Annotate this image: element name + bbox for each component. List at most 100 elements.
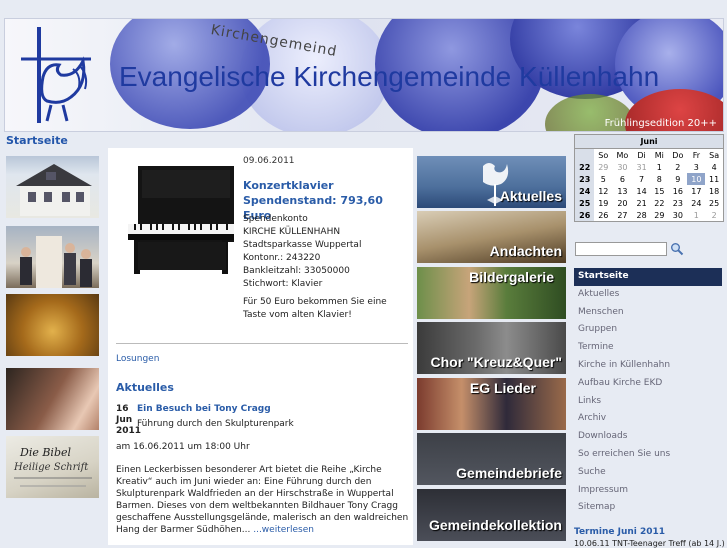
nav-item-anfahrt[interactable]: So erreichen Sie uns <box>574 446 722 464</box>
calendar-day[interactable]: 15 <box>650 185 668 197</box>
calendar-day[interactable]: 29 <box>594 161 612 173</box>
image-link-gemeindebriefe[interactable]: Gemeindebriefe <box>417 433 566 485</box>
nav-item-startseite[interactable]: Startseite <box>574 268 722 286</box>
nav-item-aufbau[interactable]: Aufbau Kirche EKD <box>574 375 722 393</box>
nav-item-termine[interactable]: Termine <box>574 339 722 357</box>
calendar-day[interactable]: 2 <box>705 209 723 221</box>
image-link-andachten[interactable]: Andachten <box>417 211 566 263</box>
donation-line: Stichwort: Klavier <box>243 279 323 289</box>
image-link-label: Chor "Kreuz&Quer" <box>430 354 562 370</box>
calendar-week-row: 23 5 6 7 8 9 10 11 <box>575 173 723 185</box>
calendar-day[interactable]: 8 <box>650 173 668 185</box>
calendar-week-number: 26 <box>575 209 595 221</box>
calendar-day[interactable]: 3 <box>687 161 705 173</box>
nav-item-gruppen[interactable]: Gruppen <box>574 321 722 339</box>
image-link-label: Aktuelles <box>499 188 562 204</box>
image-link-gemeindekollektion[interactable]: Gemeindekollektion <box>417 489 566 541</box>
calendar-day[interactable]: 24 <box>687 197 705 209</box>
event-subtitle: Führung durch den Skulpturenpark <box>137 419 294 429</box>
calendar-day[interactable]: 1 <box>687 209 705 221</box>
event-date: 16 Jun 2011 <box>116 404 141 437</box>
calendar-day[interactable]: 6 <box>612 173 633 185</box>
calendar-day-today[interactable]: 10 <box>687 173 706 185</box>
donation-info: Spendenkonto KIRCHE KÜLLENHAHN Stadtspar… <box>243 213 361 291</box>
calendar: Juni So Mo Di Mi Do Fr Sa 22 29 30 31 1 … <box>574 134 724 222</box>
nav-item-sitemap[interactable]: Sitemap <box>574 499 722 517</box>
nav-item-links[interactable]: Links <box>574 393 722 411</box>
svg-text:Die Bibel: Die Bibel <box>19 446 71 459</box>
calendar-weekday <box>575 149 595 161</box>
termine-title[interactable]: Termine Juni 2011 <box>574 527 665 537</box>
image-link-eg-lieder[interactable]: EG Lieder <box>417 378 566 430</box>
calendar-day[interactable]: 18 <box>705 185 723 197</box>
calendar-day[interactable]: 25 <box>705 197 723 209</box>
termine-row[interactable]: 10.06.11 TNT-Teenager Treff (ab 14 J.) <box>574 539 725 548</box>
divider <box>116 343 408 344</box>
calendar-day[interactable]: 1 <box>650 161 668 173</box>
nav-item-menschen[interactable]: Menschen <box>574 304 722 322</box>
calendar-week-number: 24 <box>575 185 595 197</box>
nav-item-archiv[interactable]: Archiv <box>574 410 722 428</box>
calendar-day[interactable]: 4 <box>705 161 723 173</box>
calendar-day[interactable]: 5 <box>594 173 612 185</box>
calendar-day[interactable]: 17 <box>687 185 705 197</box>
calendar-weekday-row: So Mo Di Mi Do Fr Sa <box>575 149 723 161</box>
read-more-link[interactable]: ...weiterlesen <box>253 525 314 535</box>
nav-item-kirche[interactable]: Kirche in Küllenhahn <box>574 357 722 375</box>
calendar-day[interactable]: 26 <box>594 209 612 221</box>
calendar-week-number: 25 <box>575 197 595 209</box>
photo-people[interactable] <box>6 226 99 288</box>
image-link-aktuelles[interactable]: Aktuelles <box>417 156 566 208</box>
piano-photo[interactable] <box>120 162 238 277</box>
calendar-day[interactable]: 21 <box>633 197 651 209</box>
calendar-day[interactable]: 12 <box>594 185 612 197</box>
search-icon[interactable] <box>670 242 684 256</box>
calendar-day[interactable]: 13 <box>612 185 633 197</box>
calendar-weekday: Mo <box>616 150 629 160</box>
calendar-day[interactable]: 2 <box>668 161 687 173</box>
calendar-day[interactable]: 23 <box>668 197 687 209</box>
nav-item-impressum[interactable]: Impressum <box>574 482 722 500</box>
losungen-link[interactable]: Losungen <box>116 354 159 364</box>
image-link-label: Gemeindebriefe <box>456 465 562 481</box>
calendar-day[interactable]: 19 <box>594 197 612 209</box>
search-input[interactable] <box>575 242 667 256</box>
nav-item-suche[interactable]: Suche <box>574 464 722 482</box>
calendar-weekday: So <box>598 150 609 160</box>
calendar-day[interactable]: 11 <box>705 173 723 185</box>
calendar-day[interactable]: 31 <box>633 161 651 173</box>
image-link-label: Gemeindekollektion <box>428 517 562 533</box>
header-banner: Kirchengemeind Evangelische Kirchengemei… <box>4 18 724 132</box>
calendar-day[interactable]: 30 <box>668 209 687 221</box>
image-link-label: EG Lieder <box>469 380 536 396</box>
event-title-link[interactable]: Ein Besuch bei Tony Cragg <box>137 404 271 414</box>
church-rooster-logo-icon[interactable] <box>17 25 95 125</box>
calendar-day[interactable]: 9 <box>668 173 687 185</box>
donation-line: Bankleitzahl: 33050000 <box>243 266 350 276</box>
calendar-day[interactable]: 14 <box>633 185 651 197</box>
calendar-week-row: 25 19 20 21 22 23 24 25 <box>575 197 723 209</box>
calendar-day[interactable]: 28 <box>633 209 651 221</box>
photo-house[interactable] <box>6 156 99 218</box>
calendar-day[interactable]: 16 <box>668 185 687 197</box>
home-link[interactable]: Startseite <box>6 134 68 147</box>
calendar-weekday: Sa <box>709 150 720 160</box>
photo-portrait[interactable] <box>6 368 99 430</box>
calendar-weekday: Fr <box>692 150 700 160</box>
calendar-day[interactable]: 22 <box>650 197 668 209</box>
nav-item-downloads[interactable]: Downloads <box>574 428 722 446</box>
event-time: am 16.06.2011 um 18:00 Uhr <box>116 442 250 452</box>
calendar-weekday: Di <box>637 150 646 160</box>
calendar-day[interactable]: 7 <box>633 173 651 185</box>
calendar-day[interactable]: 29 <box>650 209 668 221</box>
calendar-day[interactable]: 20 <box>612 197 633 209</box>
image-link-label: Andachten <box>489 243 562 259</box>
image-link-bildergalerie[interactable]: Bildergalerie <box>417 267 566 319</box>
photo-glass[interactable] <box>6 294 99 356</box>
image-link-chor[interactable]: Chor "Kreuz&Quer" <box>417 322 566 374</box>
calendar-day[interactable]: 30 <box>612 161 633 173</box>
nav-item-aktuelles[interactable]: Aktuelles <box>574 286 722 304</box>
calendar-day[interactable]: 27 <box>612 209 633 221</box>
image-link-label: Bildergalerie <box>469 269 554 285</box>
photo-bible[interactable]: Die Bibel Heilige Schrift <box>6 436 99 498</box>
